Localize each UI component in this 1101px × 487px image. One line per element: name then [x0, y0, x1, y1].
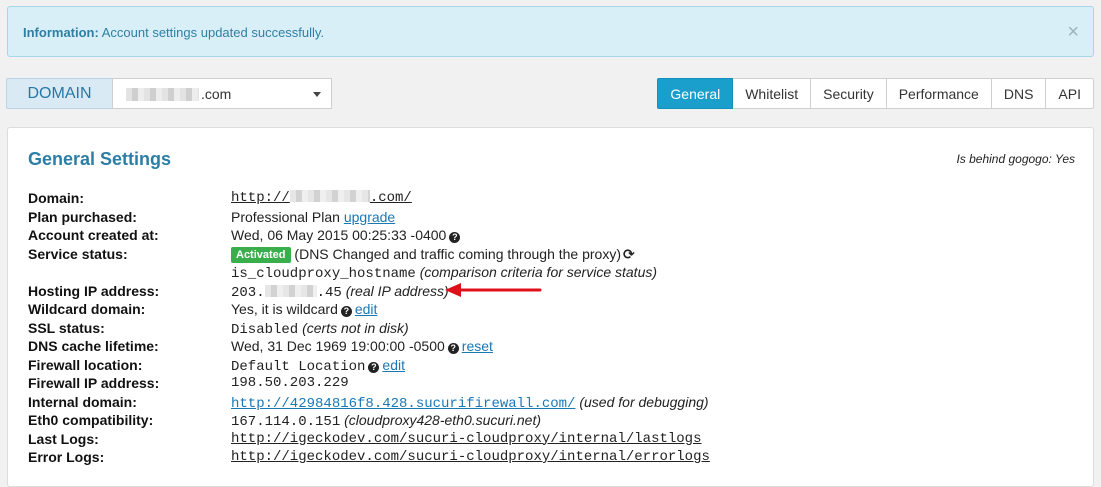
last-logs-link[interactable]: http://igeckodev.com/sucuri-cloudproxy/i… — [231, 430, 701, 448]
ip-prefix: 203. — [231, 284, 265, 301]
red-arrow-annotation — [445, 283, 542, 297]
fw-location-value: Default Location — [231, 358, 366, 375]
general-settings-panel: General Settings Is behind gogogo: Yes D… — [7, 127, 1094, 487]
row-value: Yes, it is wildcard? edit — [231, 300, 377, 318]
alert-label: Information: — [23, 25, 99, 40]
row-value: Activated (DNS Changed and traffic comin… — [231, 245, 635, 263]
tab-whitelist[interactable]: Whitelist — [733, 78, 812, 109]
internal-domain-link[interactable]: http://42984816f8.428.sucurifirewall.com… — [231, 396, 575, 412]
plan-value: Professional Plan — [231, 208, 340, 225]
row-value: Wed, 06 May 2015 00:25:33 -0400? — [231, 226, 463, 244]
row-value: http://42984816f8.428.sucurifirewall.com… — [231, 393, 709, 413]
edit-location-link[interactable]: edit — [382, 357, 405, 373]
domain-select-suffix: .com — [201, 86, 232, 102]
internal-note: (used for debugging) — [579, 393, 709, 410]
close-icon[interactable]: × — [1067, 22, 1079, 42]
row-value: 203. .45 (real IP address) — [231, 282, 449, 302]
settings-tabs: General Whitelist Security Performance D… — [657, 78, 1094, 109]
alert-text: Account settings updated successfully. — [101, 25, 325, 40]
row-label: Domain: — [28, 190, 84, 206]
created-value: Wed, 06 May 2015 00:25:33 -0400 — [231, 227, 447, 243]
row-value: Disabled (certs not in disk) — [231, 319, 409, 339]
behind-status: Is behind gogogo: Yes — [956, 152, 1075, 166]
domain-link-suffix: .com/ — [369, 190, 412, 206]
tab-dns[interactable]: DNS — [991, 78, 1047, 109]
tab-api[interactable]: API — [1046, 78, 1094, 109]
row-label: Wildcard domain: — [28, 301, 146, 317]
status-text: (DNS Changed and traffic coming through … — [294, 245, 622, 262]
domain-label: DOMAIN — [6, 78, 112, 109]
row-label: Internal domain: — [28, 393, 137, 410]
refresh-icon[interactable]: ⟳ — [623, 245, 635, 263]
domain-link[interactable]: http:// .com/ — [231, 189, 412, 207]
redacted-domain — [126, 88, 199, 101]
row-label: Firewall IP address: — [28, 375, 160, 391]
tab-security[interactable]: Security — [811, 78, 887, 109]
upgrade-link[interactable]: upgrade — [344, 209, 395, 225]
row-label: Eth0 compatibility: — [28, 412, 154, 428]
ip-suffix: .45 — [316, 284, 342, 301]
row-value: is_cloudproxy_hostname (comparison crite… — [231, 263, 657, 283]
wildcard-value: Yes, it is wildcard — [231, 301, 338, 317]
row-label: DNS cache lifetime: — [28, 338, 159, 354]
reset-link[interactable]: reset — [462, 338, 493, 354]
row-label: Error Logs: — [28, 449, 105, 465]
error-logs-link[interactable]: http://igeckodev.com/sucuri-cloudproxy/i… — [231, 448, 710, 466]
row-label: Firewall location: — [28, 356, 143, 373]
domain-select[interactable]: .com — [112, 78, 332, 109]
edit-wildcard-link[interactable]: edit — [355, 301, 378, 317]
row-value: Default Location? edit — [231, 356, 405, 376]
redacted-ip — [264, 284, 317, 297]
fw-ip-value: 198.50.203.229 — [231, 375, 349, 391]
tab-performance[interactable]: Performance — [886, 78, 992, 109]
panel-title: General Settings — [28, 149, 172, 169]
criteria-value: is_cloudproxy_hostname — [231, 266, 416, 282]
row-label: Account created at: — [28, 227, 159, 243]
row-label: Service status: — [28, 245, 128, 262]
row-label: SSL status: — [28, 319, 105, 336]
row-label: Last Logs: — [28, 430, 99, 447]
ssl-value: Disabled — [231, 321, 299, 338]
domain-link-prefix: http:// — [231, 190, 290, 206]
tab-general[interactable]: General — [657, 78, 734, 109]
row-value: Professional Plan upgrade — [231, 208, 395, 226]
eth0-note: (cloudproxy428-eth0.sucuri.net) — [344, 412, 541, 428]
chevron-down-icon — [313, 92, 321, 97]
criteria-note: (comparison criteria for service status) — [419, 264, 658, 280]
alert-message: Information: Account settings updated su… — [23, 25, 324, 40]
ip-note: (real IP address) — [345, 282, 449, 299]
help-icon[interactable]: ? — [447, 343, 459, 354]
domain-selector-bar: DOMAIN .com — [6, 78, 332, 109]
row-label: Hosting IP address: — [28, 282, 160, 299]
dns-cache-value: Wed, 31 Dec 1969 19:00:00 -0500 — [231, 338, 445, 354]
redacted-domain — [289, 190, 370, 202]
row-label: Plan purchased: — [28, 208, 137, 225]
help-icon[interactable]: ? — [340, 306, 352, 317]
status-badge: Activated — [231, 246, 291, 263]
help-icon[interactable]: ? — [368, 361, 380, 373]
row-value: Wed, 31 Dec 1969 19:00:00 -0500? reset — [231, 337, 493, 355]
info-alert: Information: Account settings updated su… — [7, 6, 1094, 57]
help-icon[interactable]: ? — [449, 232, 461, 243]
eth0-value: 167.114.0.151 — [231, 414, 341, 430]
row-value: 167.114.0.151 (cloudproxy428-eth0.sucuri… — [231, 411, 541, 431]
ssl-note: (certs not in disk) — [302, 319, 409, 336]
